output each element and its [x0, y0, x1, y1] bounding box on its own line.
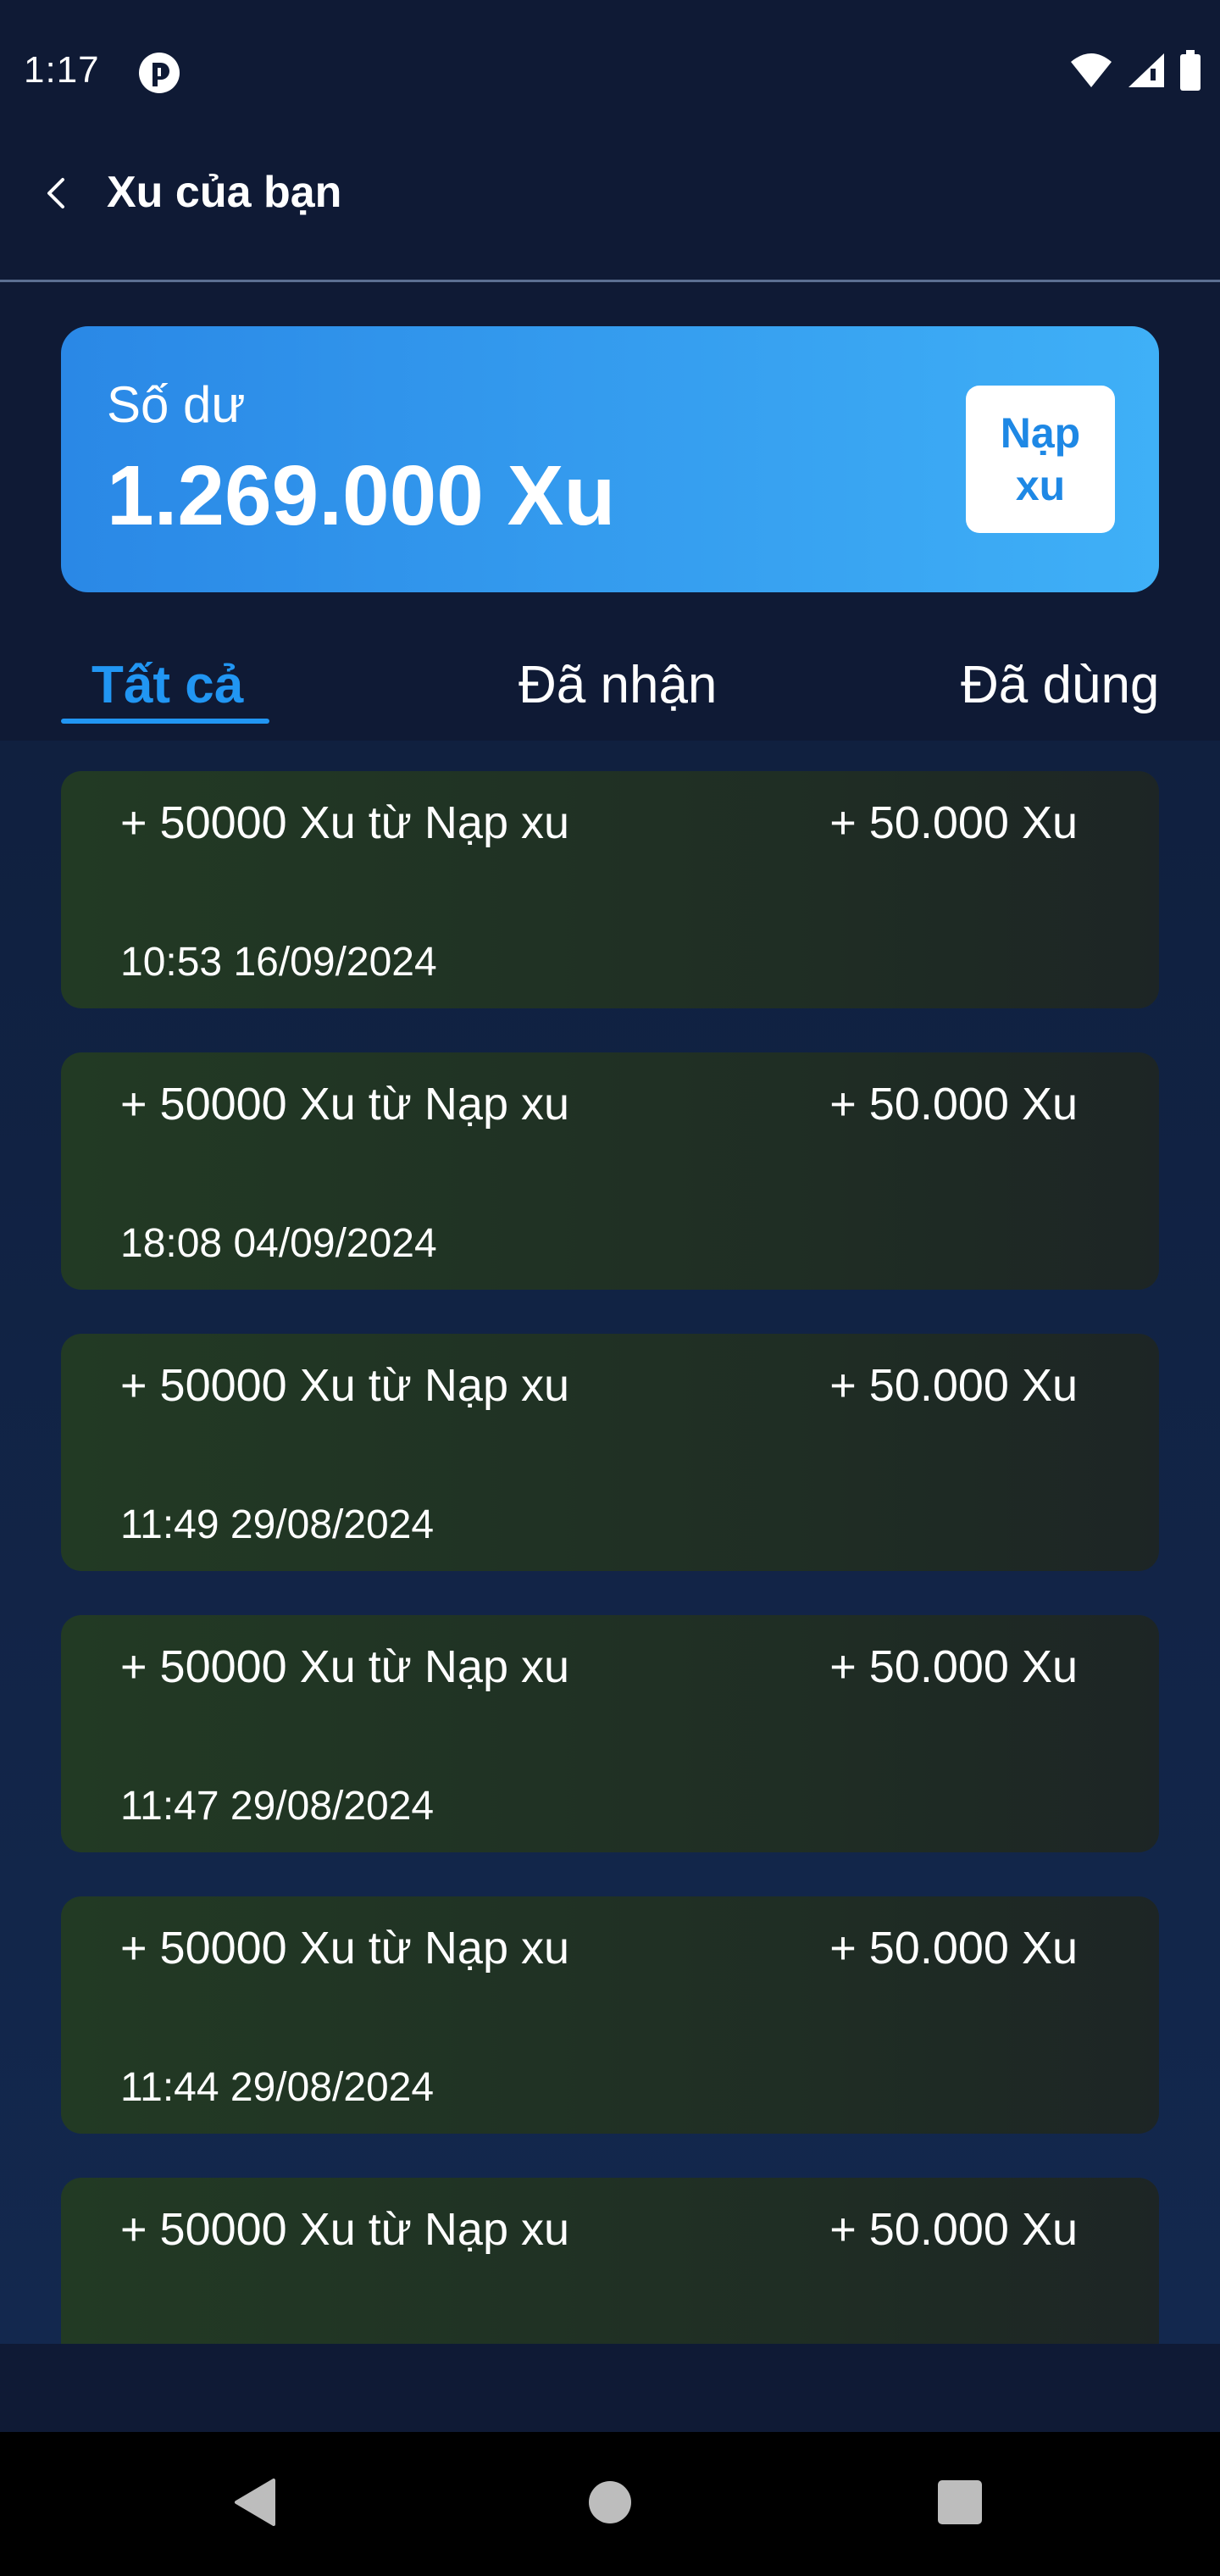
balance-amount: 1.269.000 Xu [107, 448, 616, 543]
transaction-title: + 50000 Xu từ Nạp xu [120, 2204, 570, 2255]
active-tab-indicator [61, 719, 269, 724]
status-icons [1069, 49, 1201, 95]
transaction-time: 11:47 29/08/2024 [120, 1784, 435, 1829]
transaction-item[interactable]: + 50000 Xu từ Nạp xu + 50.000 Xu [61, 2178, 1159, 2344]
page-title: Xu của bạn [107, 168, 342, 217]
list-footer [0, 2344, 1220, 2432]
triangle-back-icon [231, 2477, 279, 2532]
topup-label-line1: Nạp [1000, 409, 1081, 457]
transaction-item[interactable]: + 50000 Xu từ Nạp xu + 50.000 Xu 11:49 2… [61, 1334, 1159, 1571]
transaction-title: + 50000 Xu từ Nạp xu [120, 1641, 570, 1692]
transaction-amount: + 50.000 Xu [829, 1360, 1078, 1411]
circle-home-icon [586, 2479, 634, 2530]
app-bar: Xu của bạn [0, 146, 1220, 281]
tab-all[interactable]: Tất cả [92, 654, 243, 717]
status-bar: 1:17 [0, 0, 1220, 146]
cell-signal-icon [1127, 52, 1166, 93]
balance-label: Số dư [107, 376, 246, 433]
nav-home-button[interactable] [572, 2466, 648, 2542]
transaction-title: + 50000 Xu từ Nạp xu [120, 1079, 570, 1130]
status-time: 1:17 [24, 49, 100, 91]
back-button[interactable] [32, 171, 80, 219]
tab-used[interactable]: Đã dùng [961, 654, 1159, 717]
filter-tabs: Tất cả Đã nhận Đã dùng [0, 637, 1220, 739]
transaction-amount: + 50.000 Xu [829, 797, 1078, 848]
transaction-item[interactable]: + 50000 Xu từ Nạp xu + 50.000 Xu 10:53 1… [61, 771, 1159, 1008]
transaction-time: 11:44 29/08/2024 [120, 2065, 435, 2110]
app-bar-divider [0, 280, 1220, 282]
transaction-item[interactable]: + 50000 Xu từ Nạp xu + 50.000 Xu 11:44 2… [61, 1896, 1159, 2134]
wallet-screen: 1:17 Xu của bạn Số dư 1.269.000 Xu Nạp x… [0, 0, 1220, 2576]
transaction-item[interactable]: + 50000 Xu từ Nạp xu + 50.000 Xu 18:08 0… [61, 1052, 1159, 1290]
transaction-time: 11:49 29/08/2024 [120, 1502, 435, 1547]
square-recents-icon [936, 2479, 984, 2530]
transaction-amount: + 50.000 Xu [829, 1079, 1078, 1130]
transaction-amount: + 50.000 Xu [829, 1641, 1078, 1692]
transaction-title: + 50000 Xu từ Nạp xu [120, 797, 570, 848]
transaction-time: 18:08 04/09/2024 [120, 1221, 437, 1266]
topup-button[interactable]: Nạp xu [966, 386, 1115, 533]
transaction-amount: + 50.000 Xu [829, 1923, 1078, 1974]
balance-card: Số dư 1.269.000 Xu Nạp xu [61, 326, 1159, 592]
transaction-title: + 50000 Xu từ Nạp xu [120, 1360, 570, 1411]
transaction-item[interactable]: + 50000 Xu từ Nạp xu + 50.000 Xu 11:47 2… [61, 1615, 1159, 1852]
battery-icon [1179, 49, 1201, 95]
transaction-time: 10:53 16/09/2024 [120, 940, 437, 985]
topup-label-line2: xu [1015, 462, 1066, 509]
system-nav-bar [0, 2432, 1220, 2576]
transaction-list[interactable]: + 50000 Xu từ Nạp xu + 50.000 Xu 10:53 1… [0, 741, 1220, 2344]
nav-back-button[interactable] [217, 2466, 293, 2542]
app-notification-icon [137, 51, 181, 95]
transaction-title: + 50000 Xu từ Nạp xu [120, 1923, 570, 1974]
transaction-amount: + 50.000 Xu [829, 2204, 1078, 2255]
tab-received[interactable]: Đã nhận [518, 654, 717, 717]
nav-recents-button[interactable] [922, 2466, 998, 2542]
wifi-icon [1069, 52, 1113, 93]
chevron-left-icon [44, 176, 68, 214]
